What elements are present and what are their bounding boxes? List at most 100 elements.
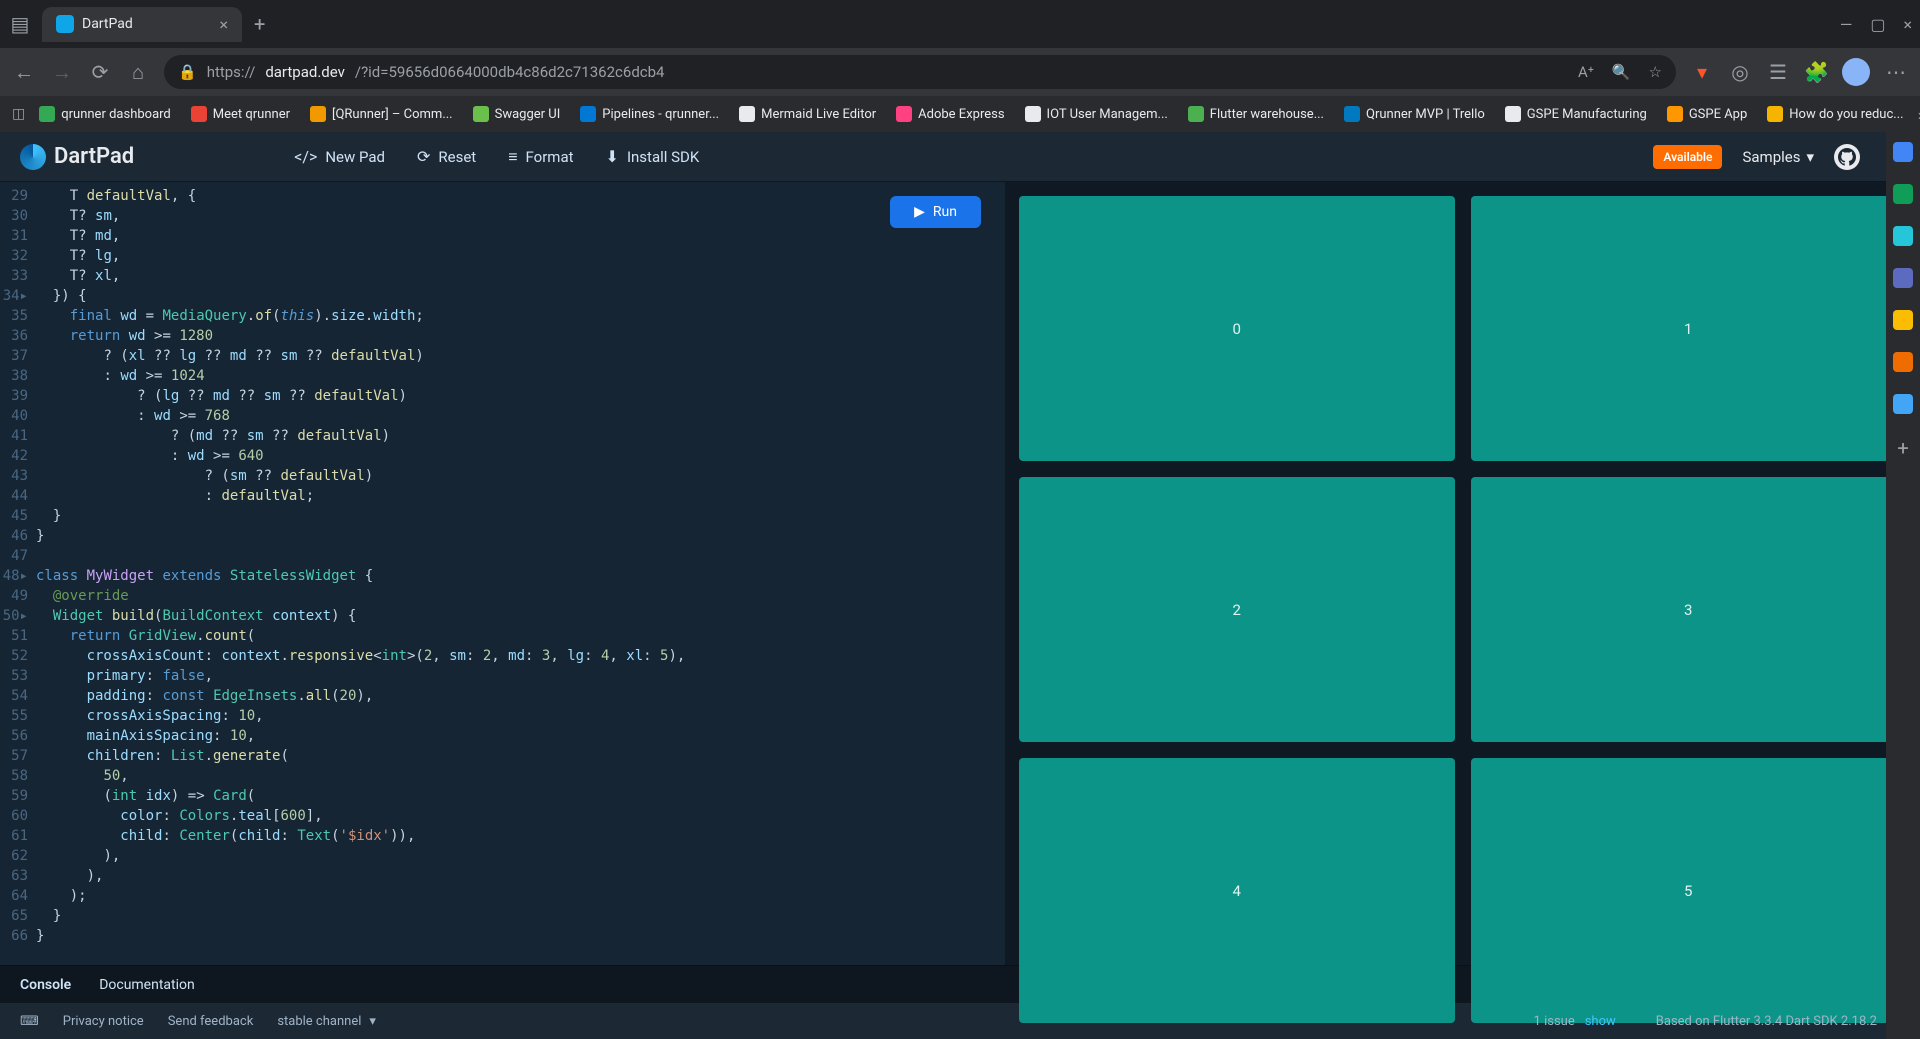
- window-maximize-icon[interactable]: ▢: [1870, 15, 1885, 34]
- github-icon[interactable]: [1834, 144, 1860, 170]
- rail-add-icon[interactable]: +: [1897, 436, 1908, 460]
- bookmark-item[interactable]: Meet qrunner: [185, 102, 296, 126]
- bookmark-item[interactable]: Adobe Express: [890, 102, 1010, 126]
- bookmark-label: GSPE App: [1689, 107, 1747, 122]
- keyboard-icon[interactable]: ⌨: [20, 1014, 39, 1029]
- window-minimize-icon[interactable]: —: [1840, 15, 1853, 34]
- format-button[interactable]: ≡ Format: [496, 141, 585, 173]
- preview-card: 4: [1019, 758, 1455, 1023]
- new-pad-button[interactable]: </>New Pad: [282, 141, 397, 172]
- privacy-link[interactable]: Privacy notice: [63, 1014, 144, 1029]
- rail-icon-3[interactable]: [1893, 226, 1913, 246]
- line-gutter: 293031323334▸353637383940414243444546474…: [0, 182, 36, 965]
- rail-icon-7[interactable]: [1893, 394, 1913, 414]
- tab-favicon: [56, 15, 74, 33]
- show-issues-link[interactable]: show: [1585, 1014, 1616, 1029]
- bookmark-label: qrunner dashboard: [61, 107, 171, 122]
- dartpad-title: DartPad: [54, 144, 134, 169]
- bookmark-item[interactable]: GSPE Manufacturing: [1499, 102, 1653, 126]
- install-sdk-button[interactable]: ⬇Install SDK: [594, 141, 712, 172]
- apps-icon[interactable]: ◫: [12, 106, 25, 122]
- bookmark-label: GSPE Manufacturing: [1527, 107, 1647, 122]
- extensions-icon[interactable]: 🧩: [1804, 60, 1828, 84]
- lock-icon: 🔒: [178, 63, 197, 81]
- nav-forward-icon[interactable]: →: [50, 60, 74, 85]
- samples-dropdown[interactable]: Samples▾: [1742, 148, 1814, 166]
- sdk-version: Based on Flutter 3.3.4 Dart SDK 2.18.2: [1656, 1014, 1877, 1029]
- bookmark-favicon: [39, 106, 55, 122]
- bookmark-favicon: [739, 106, 755, 122]
- reset-label: Reset: [438, 148, 476, 166]
- bookmark-item[interactable]: How do you reduc...: [1761, 102, 1909, 126]
- run-label: Run: [933, 204, 957, 220]
- new-tab-button[interactable]: +: [254, 12, 265, 36]
- samples-label: Samples: [1742, 148, 1800, 166]
- profile-avatar[interactable]: [1842, 58, 1870, 86]
- issue-count: 1 issue: [1534, 1014, 1575, 1029]
- preview-pane: 012345: [1005, 182, 1920, 965]
- feedback-link[interactable]: Send feedback: [168, 1014, 254, 1029]
- browser-tab[interactable]: DartPad ×: [42, 7, 242, 42]
- bookmark-item[interactable]: Swagger UI: [467, 102, 567, 126]
- bookmark-item[interactable]: Mermaid Live Editor: [733, 102, 882, 126]
- run-button[interactable]: ▶ Run: [890, 196, 981, 228]
- reset-button[interactable]: ⟳Reset: [405, 141, 488, 172]
- channel-label: stable channel: [277, 1014, 361, 1029]
- rail-icon-6[interactable]: [1893, 352, 1913, 372]
- install-label: Install SDK: [627, 148, 699, 166]
- url-prefix: https://: [207, 63, 256, 81]
- bookmark-label: [QRunner] – Comm...: [332, 107, 453, 122]
- bookmark-favicon: [1188, 106, 1204, 122]
- documentation-tab[interactable]: Documentation: [99, 977, 195, 993]
- rewards-icon[interactable]: ◎: [1728, 60, 1752, 84]
- tab-close-icon[interactable]: ×: [219, 15, 228, 34]
- bookmark-item[interactable]: Pipelines - qrunner...: [574, 102, 725, 126]
- window-menu-icon[interactable]: ▤: [8, 12, 32, 36]
- browser-menu-icon[interactable]: ⋯: [1884, 60, 1908, 84]
- url-domain: dartpad.dev: [265, 63, 345, 81]
- bookmark-label: How do you reduc...: [1789, 107, 1903, 122]
- bookmark-item[interactable]: Qrunner MVP | Trello: [1338, 102, 1491, 126]
- code-editor[interactable]: 293031323334▸353637383940414243444546474…: [0, 182, 1005, 965]
- search-rail-icon[interactable]: [1893, 142, 1913, 162]
- bookmark-favicon: [1505, 106, 1521, 122]
- bookmark-star-icon[interactable]: ☆: [1649, 63, 1662, 81]
- zoom-icon[interactable]: 🔍: [1612, 63, 1631, 81]
- bookmark-label: Mermaid Live Editor: [761, 107, 876, 122]
- wallet-icon[interactable]: ☰: [1766, 60, 1790, 84]
- bookmark-label: Adobe Express: [918, 107, 1004, 122]
- rail-icon-4[interactable]: [1893, 268, 1913, 288]
- brave-shield-icon[interactable]: ▾: [1690, 60, 1714, 84]
- read-aloud-icon[interactable]: A⁺: [1578, 63, 1594, 81]
- bookmark-favicon: [1344, 106, 1360, 122]
- browser-toolbar: ← → ⟳ ⌂ 🔒 https://dartpad.dev/?id=59656d…: [0, 48, 1920, 96]
- browser-side-panel: +: [1886, 132, 1920, 1039]
- window-close-icon[interactable]: ×: [1903, 15, 1912, 34]
- rail-icon-5[interactable]: [1893, 310, 1913, 330]
- preview-card: 0: [1019, 196, 1455, 461]
- nav-reload-icon[interactable]: ⟳: [88, 60, 112, 84]
- bookmark-item[interactable]: qrunner dashboard: [33, 102, 177, 126]
- channel-select[interactable]: stable channel ▾: [277, 1014, 376, 1029]
- bookmark-item[interactable]: GSPE App: [1661, 102, 1753, 126]
- new-pad-label: New Pad: [325, 148, 385, 166]
- bookmark-favicon: [191, 106, 207, 122]
- bookmark-favicon: [1667, 106, 1683, 122]
- nav-back-icon[interactable]: ←: [12, 60, 36, 85]
- bookmark-label: Meet qrunner: [213, 107, 290, 122]
- bookmarks-bar: ◫ qrunner dashboard Meet qrunner [QRunner]…: [0, 96, 1920, 132]
- chevron-down-icon: ▾: [369, 1014, 376, 1029]
- nav-home-icon[interactable]: ⌂: [126, 60, 150, 85]
- format-label: Format: [526, 148, 574, 166]
- format-icon: ≡: [508, 147, 517, 167]
- preview-grid[interactable]: 012345: [1019, 196, 1906, 951]
- bookmark-item[interactable]: IOT User Managem...: [1019, 102, 1174, 126]
- address-bar[interactable]: 🔒 https://dartpad.dev/?id=59656d0664000d…: [164, 55, 1676, 89]
- code-content[interactable]: T defaultVal, { T? sm, T? md, T? lg, T? …: [36, 182, 1005, 965]
- bookmark-item[interactable]: Flutter warehouse...: [1182, 102, 1330, 126]
- rail-icon-2[interactable]: [1893, 184, 1913, 204]
- bookmark-label: Flutter warehouse...: [1210, 107, 1324, 122]
- bookmark-item[interactable]: [QRunner] – Comm...: [304, 102, 459, 126]
- console-tab[interactable]: Console: [20, 977, 71, 993]
- preview-card: 5: [1471, 758, 1907, 1023]
